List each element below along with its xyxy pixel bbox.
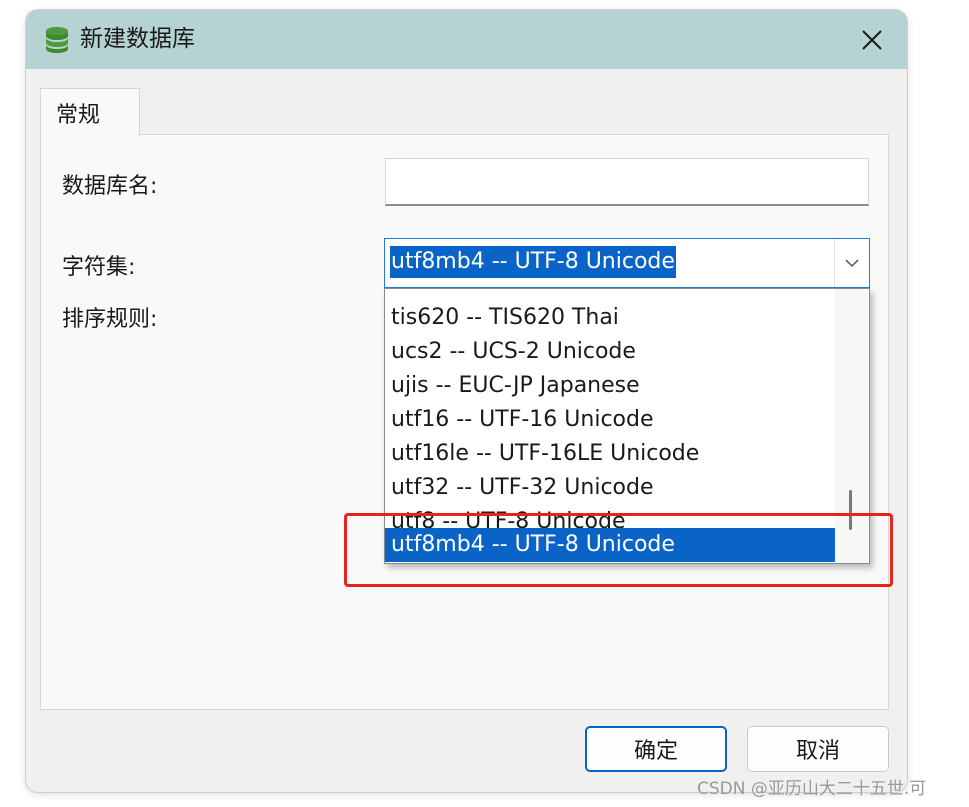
db-name-input[interactable] — [385, 158, 869, 206]
db-name-label: 数据库名: — [62, 174, 158, 199]
ok-button[interactable]: 确定 — [585, 726, 727, 772]
tab-general-label: 常规 — [56, 103, 101, 128]
new-database-dialog: 新建数据库 常规 数据库名: 字符集: utf8mb4 -- UTF-8 Uni… — [26, 10, 907, 792]
charset-selected-value: utf8mb4 -- UTF-8 Unicode — [390, 246, 676, 278]
dropdown-option[interactable]: tis620 -- TIS620 Thai — [385, 301, 835, 335]
dropdown-option[interactable]: utf16le -- UTF-16LE Unicode — [385, 437, 835, 471]
title-bar[interactable]: 新建数据库 — [26, 10, 907, 69]
window-title: 新建数据库 — [80, 26, 195, 52]
close-button[interactable] — [837, 10, 907, 69]
charset-dropdown-button[interactable] — [834, 239, 869, 287]
close-icon — [862, 29, 882, 50]
charset-label: 字符集: — [62, 255, 136, 280]
red-highlight-box — [344, 513, 893, 587]
collation-label: 排序规则: — [62, 307, 158, 332]
dropdown-option[interactable]: ucs2 -- UCS-2 Unicode — [385, 335, 835, 369]
dropdown-option[interactable]: utf32 -- UTF-32 Unicode — [385, 471, 835, 505]
dropdown-option[interactable]: utf16 -- UTF-16 Unicode — [385, 403, 835, 437]
dropdown-option[interactable]: ujis -- EUC-JP Japanese — [385, 369, 835, 403]
chevron-down-icon — [845, 258, 859, 267]
tab-general[interactable]: 常规 — [40, 88, 140, 136]
watermark-text: CSDN @亚历山大二十五世.可 — [697, 779, 927, 799]
charset-select[interactable]: utf8mb4 -- UTF-8 Unicode — [384, 238, 870, 288]
database-icon — [46, 27, 68, 53]
cancel-button[interactable]: 取消 — [747, 726, 889, 772]
